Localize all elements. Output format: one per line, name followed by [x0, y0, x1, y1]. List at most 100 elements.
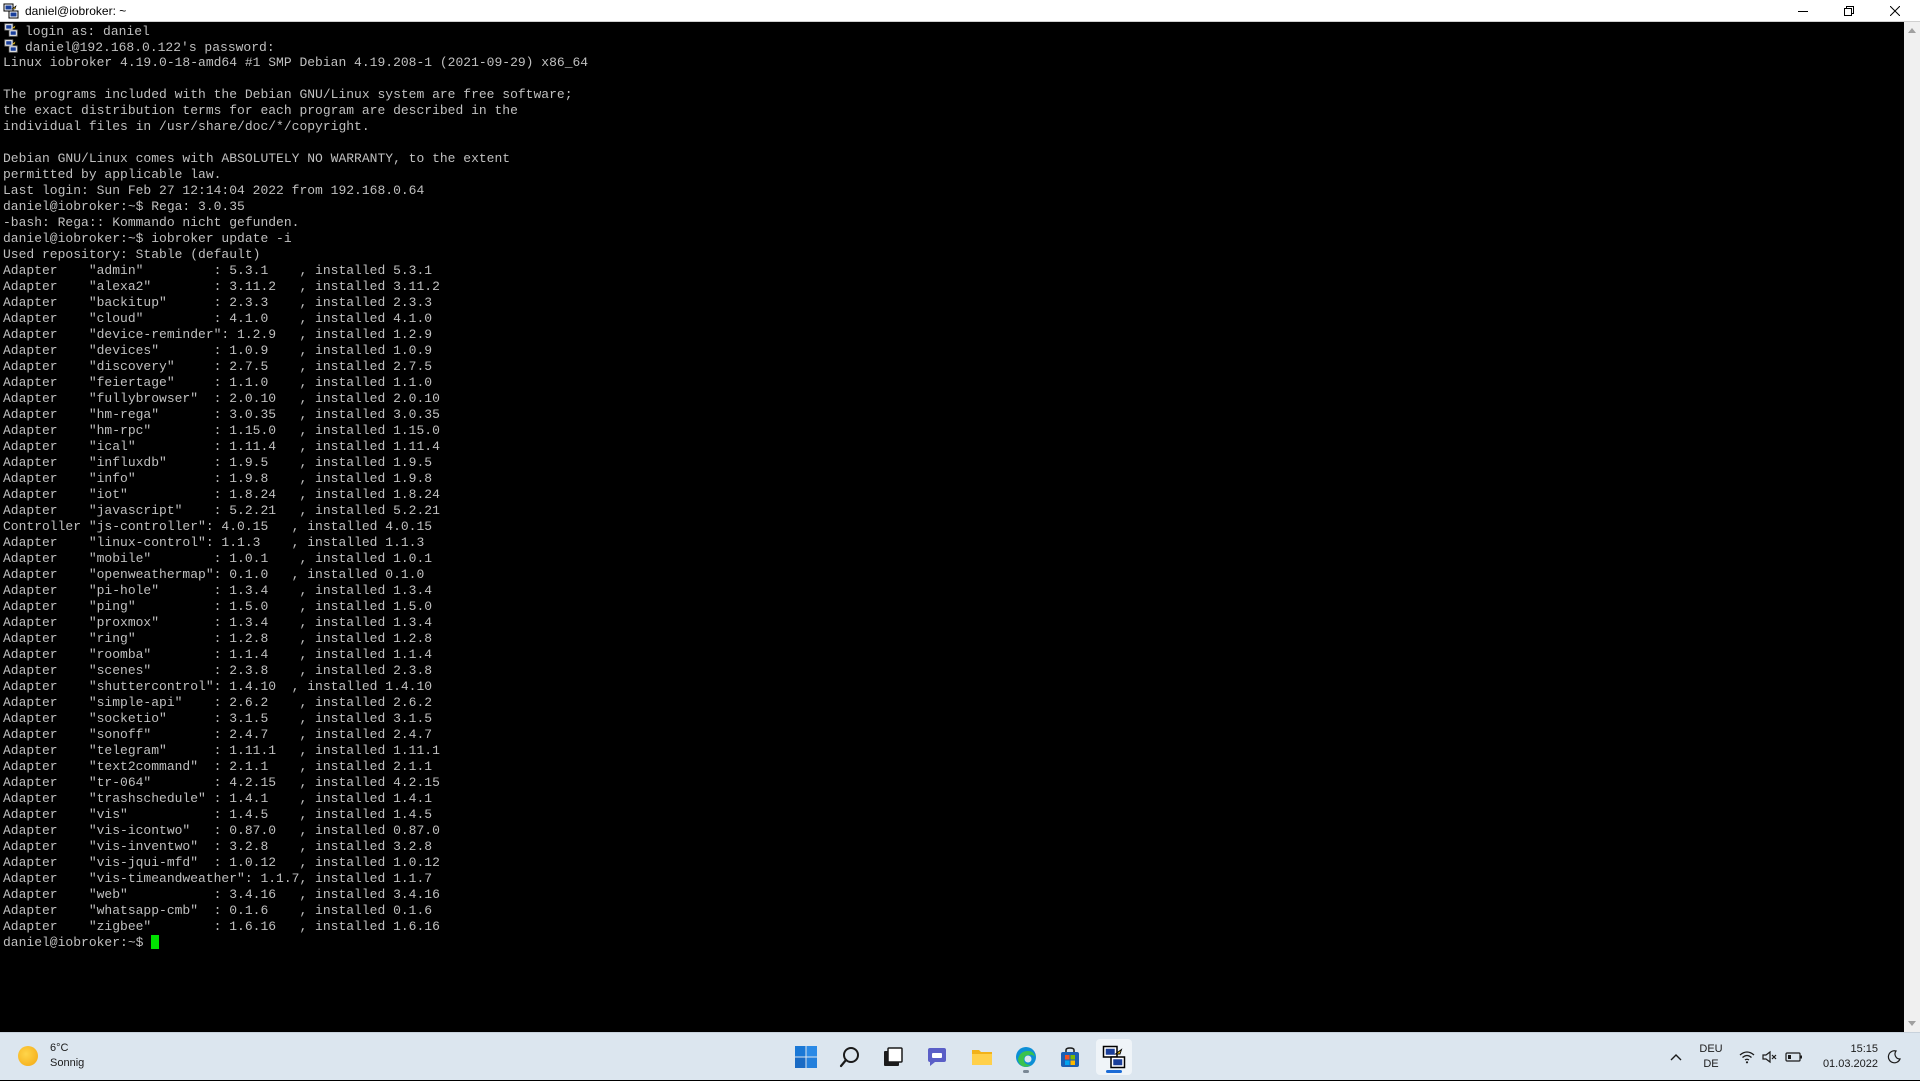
scroll-up-arrow[interactable] [1904, 22, 1920, 38]
terminal-line-text: Adapter "feiertage" : 1.1.0 , installed … [3, 375, 433, 390]
terminal-line-text: permitted by applicable law. [3, 167, 222, 182]
terminal-line-text: Adapter "trashschedule" : 1.4.1 , instal… [3, 791, 433, 806]
terminal-line-text: The programs included with the Debian GN… [3, 87, 573, 102]
terminal-line: Adapter "vis-inventwo" : 3.2.8 , install… [3, 839, 432, 855]
folder-icon [972, 1050, 992, 1065]
terminal-line-text: Adapter "vis-icontwo" : 0.87.0 , install… [3, 823, 440, 838]
terminal-line-text: Adapter "sonoff" : 2.4.7 , installed 2.4… [3, 727, 433, 742]
terminal-line: daniel@iobroker:~$ Rega: 3.0.35 [3, 199, 245, 215]
terminal-line-text: Adapter "text2command" : 2.1.1 , install… [3, 759, 433, 774]
store-icon [1061, 1047, 1079, 1067]
network-button[interactable] [1737, 1033, 1757, 1081]
terminal-line: Linux iobroker 4.19.0-18-amd64 #1 SMP De… [3, 55, 588, 71]
terminal-line: Adapter "device-reminder": 1.2.9 , insta… [3, 327, 432, 343]
terminal-line-text: Adapter "ical" : 1.11.4 , installed 1.11… [3, 439, 440, 454]
language-code: DEU [1699, 1043, 1723, 1055]
putty-icon [1102, 1045, 1126, 1069]
terminal-line-text: Adapter "cloud" : 4.1.0 , installed 4.1.… [3, 311, 433, 326]
terminal-cursor [151, 935, 160, 949]
terminal-line: Adapter "mobile" : 1.0.1 , installed 1.0… [3, 551, 432, 567]
terminal-line-text: Adapter "telegram" : 1.11.1 , installed … [3, 743, 440, 758]
terminal-line: Adapter "devices" : 1.0.9 , installed 1.… [3, 343, 432, 359]
terminal-line-text: Controller "js-controller": 4.0.15 , ins… [3, 519, 433, 534]
store-button[interactable] [1052, 1039, 1088, 1075]
terminal-line: Adapter "ping" : 1.5.0 , installed 1.5.0 [3, 599, 432, 615]
notifications-button[interactable] [1882, 1033, 1906, 1081]
terminal-line: Adapter "javascript" : 5.2.21 , installe… [3, 503, 440, 519]
volume-button[interactable] [1760, 1033, 1780, 1081]
clock-time: 15:15 [1850, 1043, 1878, 1055]
terminal-line-text: Last login: Sun Feb 27 12:14:04 2022 fro… [3, 183, 425, 198]
terminal-line: Adapter "admin" : 5.3.1 , installed 5.3.… [3, 263, 432, 279]
input-language-indicator[interactable]: DEU DE [1694, 1033, 1728, 1081]
terminal-line-text: daniel@iobroker:~$ iobroker update -i [3, 231, 292, 246]
terminal-line-text: Adapter "zigbee" : 1.6.16 , installed 1.… [3, 919, 440, 934]
terminal-line: Adapter "iot" : 1.8.24 , installed 1.8.2… [3, 487, 440, 503]
terminal-line: daniel@192.168.0.122's password: [3, 39, 275, 55]
terminal-line-text: daniel@iobroker:~$ Rega: 3.0.35 [3, 199, 245, 214]
terminal-line: Debian GNU/Linux comes with ABSOLUTELY N… [3, 151, 510, 167]
terminal-line-text: Adapter "vis-jqui-mfd" : 1.0.12 , instal… [3, 855, 440, 870]
terminal-line-text: Adapter "hm-rega" : 3.0.35 , installed 3… [3, 407, 440, 422]
terminal-line: Adapter "zigbee" : 1.6.16 , installed 1.… [3, 919, 440, 935]
terminal-line: login as: daniel [3, 23, 150, 39]
terminal-line: Adapter "hm-rpc" : 1.15.0 , installed 1.… [3, 423, 440, 439]
minimize-icon [1798, 11, 1808, 12]
terminal-line: The programs included with the Debian GN… [3, 87, 573, 103]
terminal-line: Adapter "trashschedule" : 1.4.1 , instal… [3, 791, 432, 807]
terminal-line: Adapter "ical" : 1.11.4 , installed 1.11… [3, 439, 440, 455]
file-explorer-button[interactable] [964, 1039, 1000, 1075]
start-button[interactable] [788, 1039, 824, 1075]
terminal-line-text: Adapter "tr-064" : 4.2.15 , installed 4.… [3, 775, 440, 790]
minimize-button[interactable] [1780, 0, 1826, 22]
close-icon [1890, 6, 1900, 16]
restore-button[interactable] [1826, 0, 1872, 22]
close-button[interactable] [1872, 0, 1918, 22]
terminal-line-text: Adapter "roomba" : 1.1.4 , installed 1.1… [3, 647, 433, 662]
terminal-line: the exact distribution terms for each pr… [3, 103, 518, 119]
terminal-line-text: Adapter "hm-rpc" : 1.15.0 , installed 1.… [3, 423, 440, 438]
terminal-line-text: Debian GNU/Linux comes with ABSOLUTELY N… [3, 151, 511, 166]
terminal-line-text: Adapter "info" : 1.9.8 , installed 1.9.8 [3, 471, 433, 486]
terminal-line: Adapter "web" : 3.4.16 , installed 3.4.1… [3, 887, 440, 903]
terminal-line-text: -bash: Rega:: Kommando nicht gefunden. [3, 215, 300, 230]
terminal-line-text: Adapter "vis-timeandweather": 1.1.7, ins… [3, 871, 433, 886]
terminal-output[interactable]: login as: daniel daniel@192.168.0.122's p… [0, 22, 1904, 1032]
terminal-line: Adapter "simple-api" : 2.6.2 , installed… [3, 695, 432, 711]
terminal-line-text: Adapter "openweathermap": 0.1.0 , instal… [3, 567, 425, 582]
chevron-up-icon [1670, 1054, 1682, 1061]
sun-icon [18, 1046, 38, 1066]
terminal-line-text: Adapter "influxdb" : 1.9.5 , installed 1… [3, 455, 433, 470]
terminal-line-text: Adapter "simple-api" : 2.6.2 , installed… [3, 695, 433, 710]
terminal-line: Adapter "roomba" : 1.1.4 , installed 1.1… [3, 647, 432, 663]
moon-focus-icon [1887, 1050, 1901, 1064]
task-view-button[interactable] [875, 1039, 911, 1075]
battery-button[interactable] [1783, 1033, 1805, 1081]
search-button[interactable] [832, 1039, 868, 1075]
vertical-scrollbar[interactable] [1904, 22, 1920, 1032]
terminal-line-text: Adapter "fullybrowser" : 2.0.10 , instal… [3, 391, 440, 406]
restore-icon [1844, 6, 1854, 16]
terminal-line-text: Adapter "admin" : 5.3.1 , installed 5.3.… [3, 263, 433, 278]
terminal-line: Adapter "cloud" : 4.1.0 , installed 4.1.… [3, 311, 432, 327]
keyboard-layout: DE [1703, 1058, 1719, 1070]
show-hidden-icons-button[interactable] [1664, 1033, 1688, 1081]
clock[interactable]: 15:15 01.03.2022 [1812, 1033, 1878, 1081]
window-title-bar[interactable]: daniel@iobroker: ~ [0, 0, 1920, 22]
terminal-line: Adapter "vis" : 1.4.5 , installed 1.4.5 [3, 807, 432, 823]
edge-button[interactable] [1008, 1039, 1044, 1075]
terminal-line: Adapter "text2command" : 2.1.1 , install… [3, 759, 432, 775]
weather-widget[interactable]: 6°C Sonnig [18, 1041, 84, 1071]
terminal-line: Last login: Sun Feb 27 12:14:04 2022 fro… [3, 183, 424, 199]
chat-button[interactable] [919, 1039, 955, 1075]
battery-icon [1785, 1052, 1802, 1062]
terminal-line: Adapter "discovery" : 2.7.5 , installed … [3, 359, 432, 375]
terminal-line: daniel@iobroker:~$ iobroker update -i [3, 231, 292, 247]
terminal-line: Used repository: Stable (default) [3, 247, 260, 263]
running-indicator [1023, 1070, 1029, 1073]
putty-button[interactable] [1096, 1039, 1132, 1075]
scroll-down-arrow[interactable] [1904, 1016, 1920, 1032]
terminal-line-text: Adapter "whatsapp-cmb" : 0.1.6 , install… [3, 903, 433, 918]
terminal-line: Adapter "whatsapp-cmb" : 0.1.6 , install… [3, 903, 432, 919]
terminal-line: permitted by applicable law. [3, 167, 221, 183]
